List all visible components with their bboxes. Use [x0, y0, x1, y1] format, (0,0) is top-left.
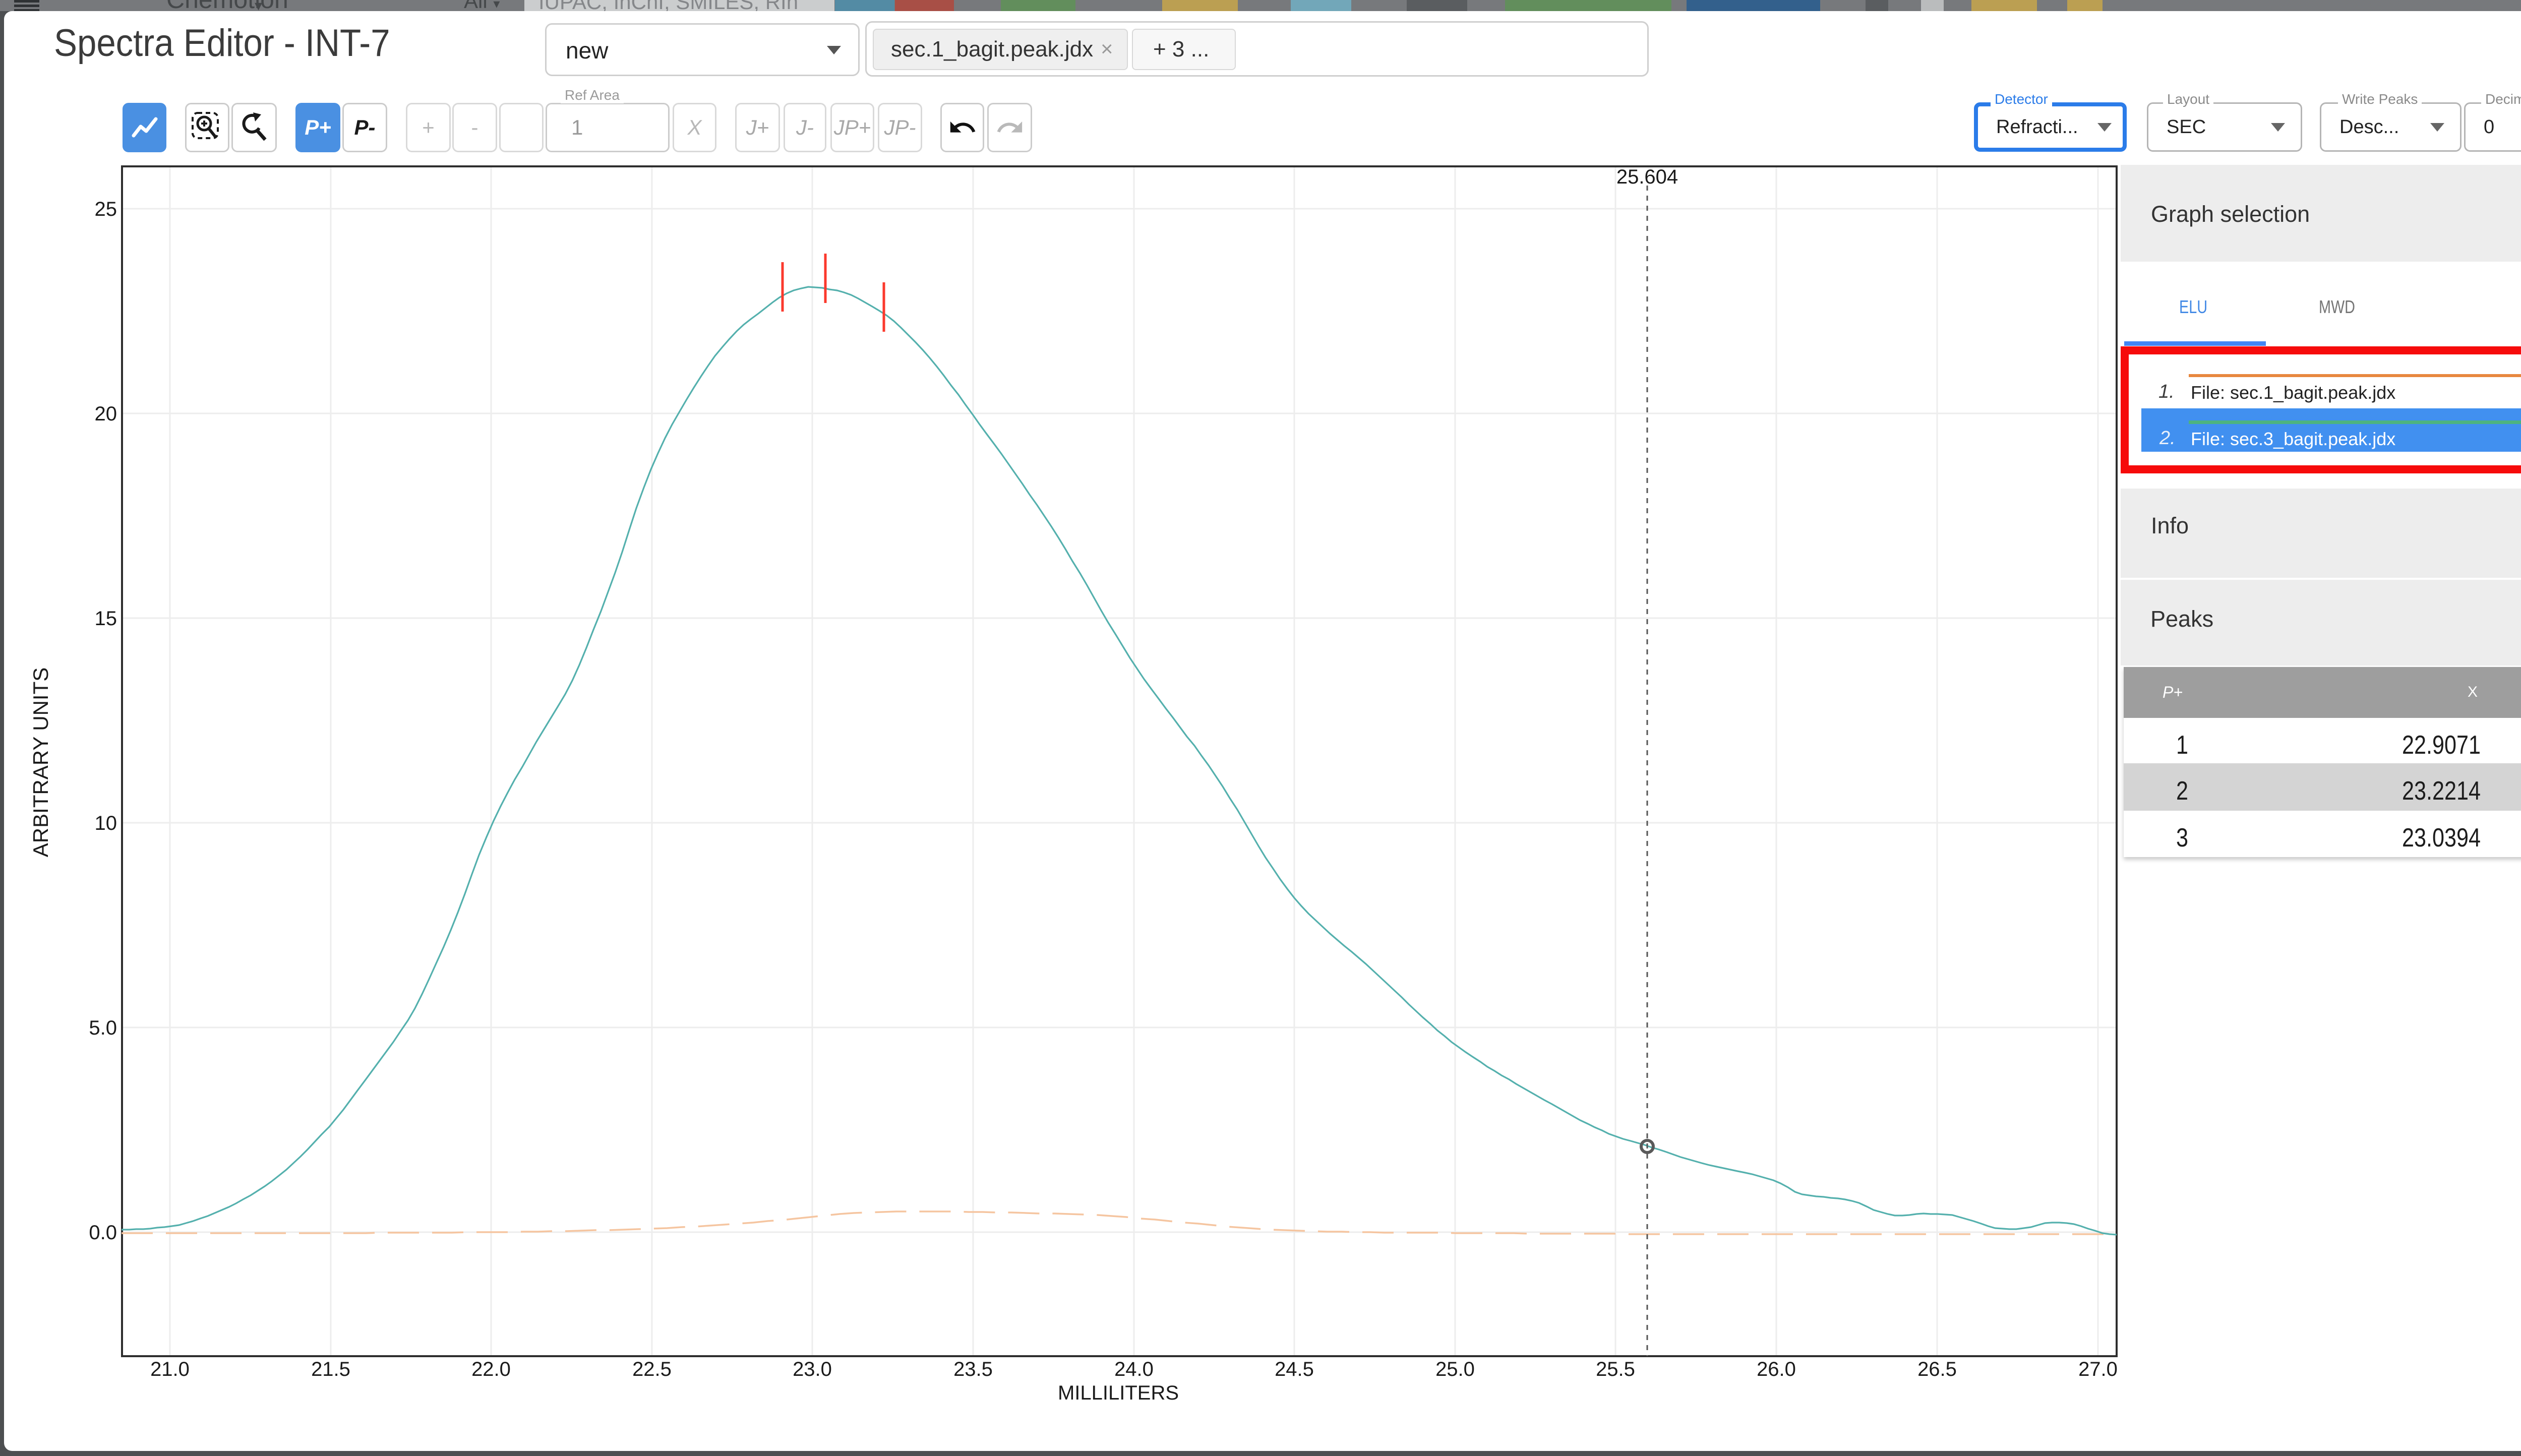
svg-text:26.5: 26.5 — [1917, 1358, 1957, 1380]
svg-text:15: 15 — [95, 608, 117, 630]
svg-text:10: 10 — [95, 812, 117, 834]
svg-text:0.0: 0.0 — [89, 1222, 117, 1244]
svg-text:20: 20 — [95, 403, 117, 425]
svg-text:26.0: 26.0 — [1757, 1358, 1796, 1380]
svg-text:23.0: 23.0 — [793, 1358, 832, 1380]
svg-text:24.0: 24.0 — [1114, 1358, 1154, 1380]
svg-text:5.0: 5.0 — [89, 1017, 117, 1039]
svg-text:ARBITRARY UNITS: ARBITRARY UNITS — [29, 668, 52, 858]
svg-text:MILLILITERS: MILLILITERS — [1058, 1382, 1179, 1404]
svg-text:24.5: 24.5 — [1275, 1358, 1314, 1380]
svg-text:23.5: 23.5 — [953, 1358, 993, 1380]
svg-text:22.0: 22.0 — [471, 1358, 511, 1380]
svg-text:25.5: 25.5 — [1596, 1358, 1635, 1380]
svg-text:22.5: 22.5 — [632, 1358, 672, 1380]
svg-text:27.0: 27.0 — [2078, 1358, 2118, 1380]
svg-text:25.604: 25.604 — [1616, 166, 1678, 188]
svg-text:25.0: 25.0 — [1435, 1358, 1475, 1380]
svg-text:21.5: 21.5 — [311, 1358, 350, 1380]
svg-text:25: 25 — [95, 198, 117, 220]
svg-text:21.0: 21.0 — [150, 1358, 190, 1380]
